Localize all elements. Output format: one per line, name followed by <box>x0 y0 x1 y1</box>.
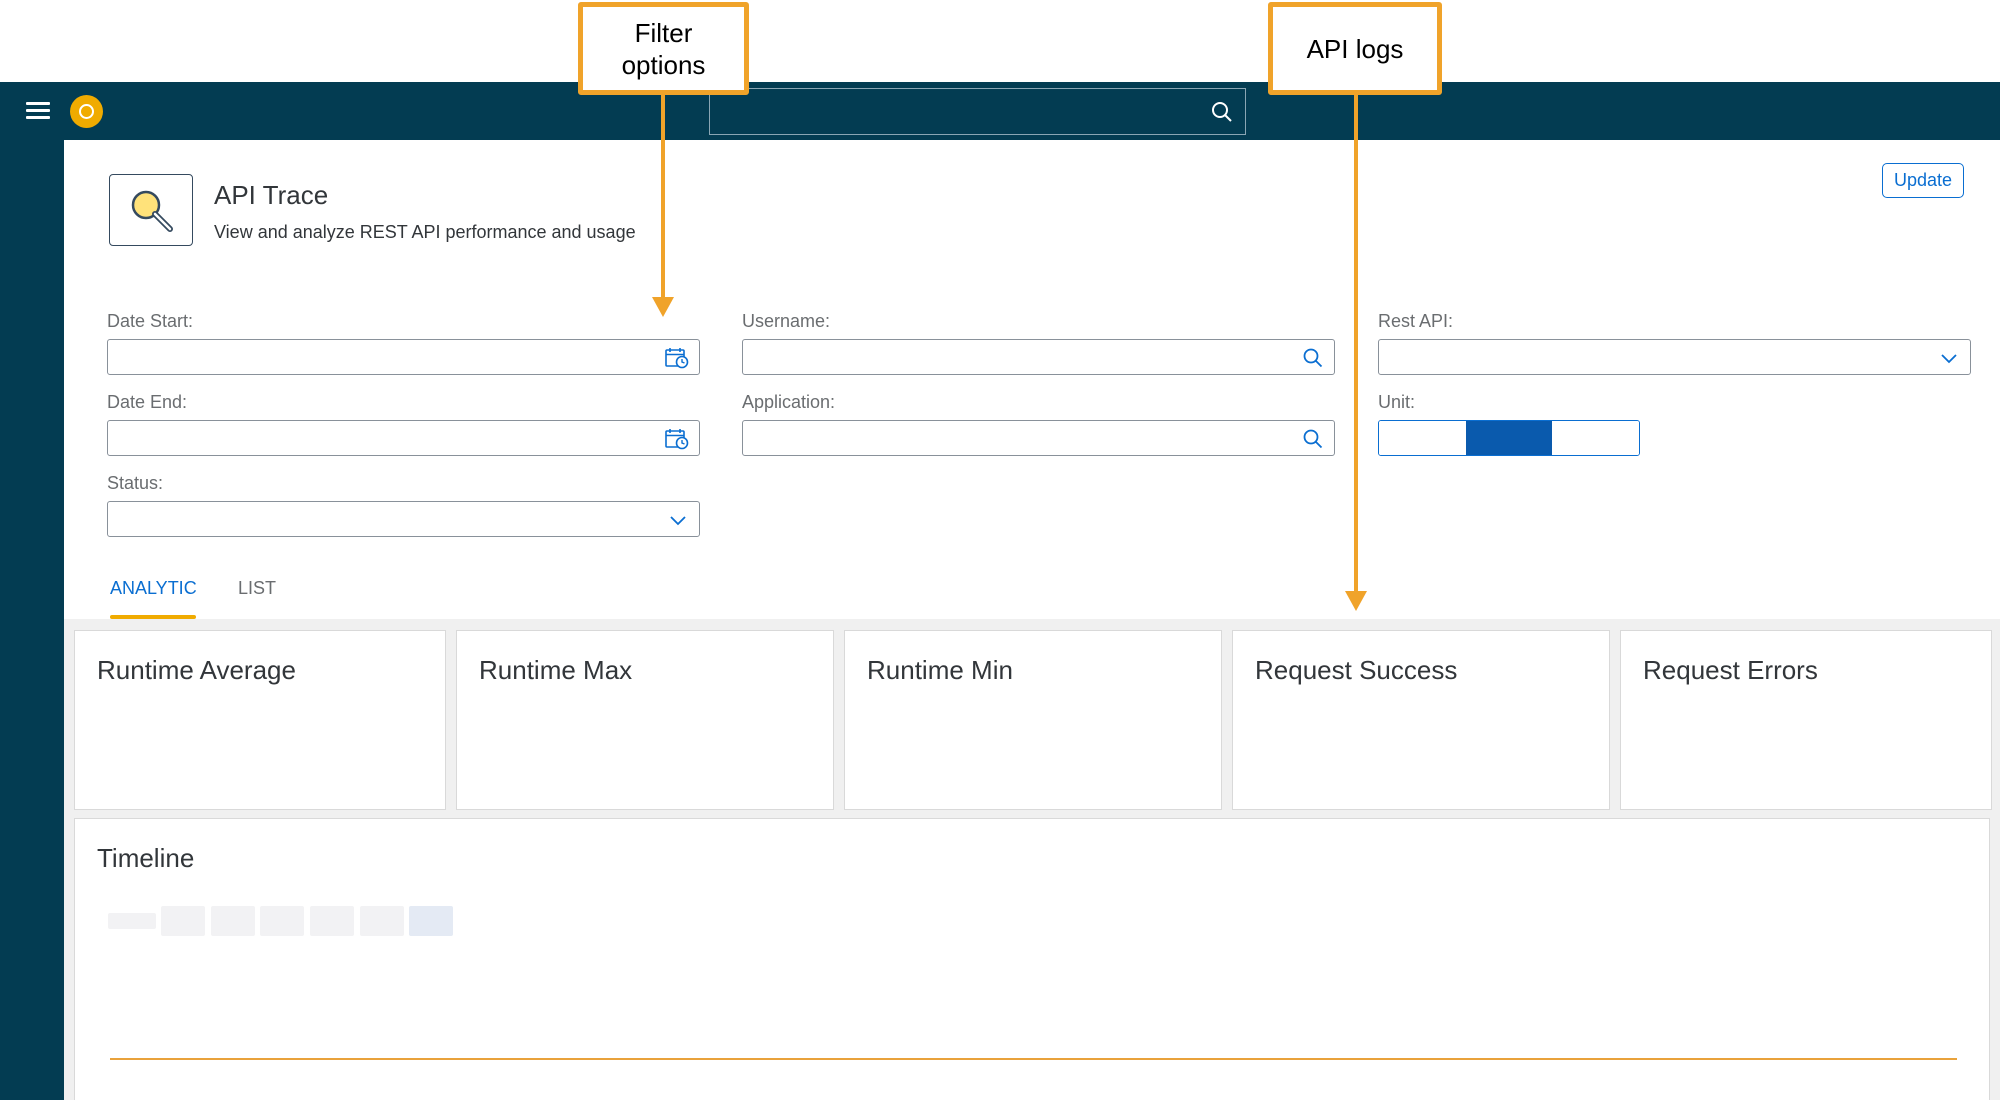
analytic-panel: Runtime Average Runtime Max Runtime Min … <box>64 619 2000 1100</box>
unit-option-1[interactable] <box>1379 421 1466 455</box>
username-label: Username: <box>742 311 831 331</box>
status-select[interactable] <box>107 501 700 537</box>
tile-title: Request Success <box>1255 655 1458 685</box>
hamburger-menu-icon[interactable] <box>26 102 50 120</box>
date-start-field[interactable] <box>107 339 700 375</box>
tile-title: Runtime Average <box>97 655 296 685</box>
api-logs-callout-arrowhead <box>1345 591 1367 611</box>
kpi-tile-request-errors[interactable]: Request Errors <box>1620 630 1992 810</box>
unit-option-3[interactable] <box>1552 421 1639 455</box>
search-icon[interactable] <box>1302 347 1324 369</box>
tile-title: Runtime Min <box>867 655 1013 685</box>
application-field[interactable] <box>742 420 1335 456</box>
date-start-label: Date Start: <box>107 311 194 331</box>
loading-placeholder <box>310 906 354 936</box>
rest-api-select[interactable] <box>1378 339 1971 375</box>
timeline-axis-line <box>110 1058 1957 1060</box>
kpi-tile-runtime-min[interactable]: Runtime Min <box>844 630 1222 810</box>
tile-title: Runtime Max <box>479 655 633 685</box>
timeline-title: Timeline <box>97 843 195 873</box>
unit-segmented-button[interactable] <box>1378 420 1640 456</box>
search-icon[interactable] <box>1211 101 1233 123</box>
page-title: API Trace <box>214 180 329 210</box>
username-field[interactable] <box>742 339 1335 375</box>
shell-bar <box>0 82 2000 140</box>
filter-callout-arrow <box>661 95 665 297</box>
tab-list[interactable]: LIST <box>238 578 276 599</box>
loading-placeholder <box>211 906 255 936</box>
kpi-tile-runtime-average[interactable]: Runtime Average <box>74 630 446 810</box>
api-logs-callout: API logs <box>1268 2 1442 95</box>
calendar-icon[interactable] <box>665 428 689 450</box>
magnifier-icon <box>131 190 173 232</box>
filter-callout-arrowhead <box>652 297 674 317</box>
tab-analytic[interactable]: ANALYTIC <box>110 578 197 599</box>
unit-label: Unit: <box>1378 392 1416 412</box>
chevron-down-icon[interactable] <box>1938 347 1960 369</box>
unit-option-2[interactable] <box>1465 421 1553 455</box>
timeline-card: Timeline <box>74 818 1990 1100</box>
filter-options-callout: Filter options <box>578 2 749 95</box>
rest-api-label: Rest API: <box>1378 311 1454 331</box>
chevron-down-icon[interactable] <box>667 509 689 531</box>
calendar-icon[interactable] <box>665 347 689 369</box>
main-content: API Trace View and analyze REST API perf… <box>64 140 2000 1100</box>
page-subtitle: View and analyze REST API performance an… <box>214 222 636 242</box>
company-logo[interactable] <box>70 95 103 128</box>
loading-placeholder <box>260 906 304 936</box>
search-icon[interactable] <box>1302 428 1324 450</box>
update-button[interactable]: Update <box>1882 163 1964 198</box>
shell-search-field[interactable] <box>710 89 1190 134</box>
application-label: Application: <box>742 392 836 412</box>
date-end-field[interactable] <box>107 420 700 456</box>
shell-search-input[interactable] <box>709 88 1246 135</box>
loading-placeholder <box>108 913 156 929</box>
api-logs-callout-arrow <box>1354 95 1358 591</box>
side-navigation <box>0 140 64 1100</box>
api-trace-app-icon <box>109 174 193 246</box>
date-end-label: Date End: <box>107 392 188 412</box>
loading-placeholder <box>161 906 205 936</box>
status-label: Status: <box>107 473 164 493</box>
tile-title: Request Errors <box>1643 655 1818 685</box>
loading-placeholder <box>409 906 453 936</box>
kpi-tile-request-success[interactable]: Request Success <box>1232 630 1610 810</box>
loading-placeholder <box>360 906 404 936</box>
kpi-tile-runtime-max[interactable]: Runtime Max <box>456 630 834 810</box>
